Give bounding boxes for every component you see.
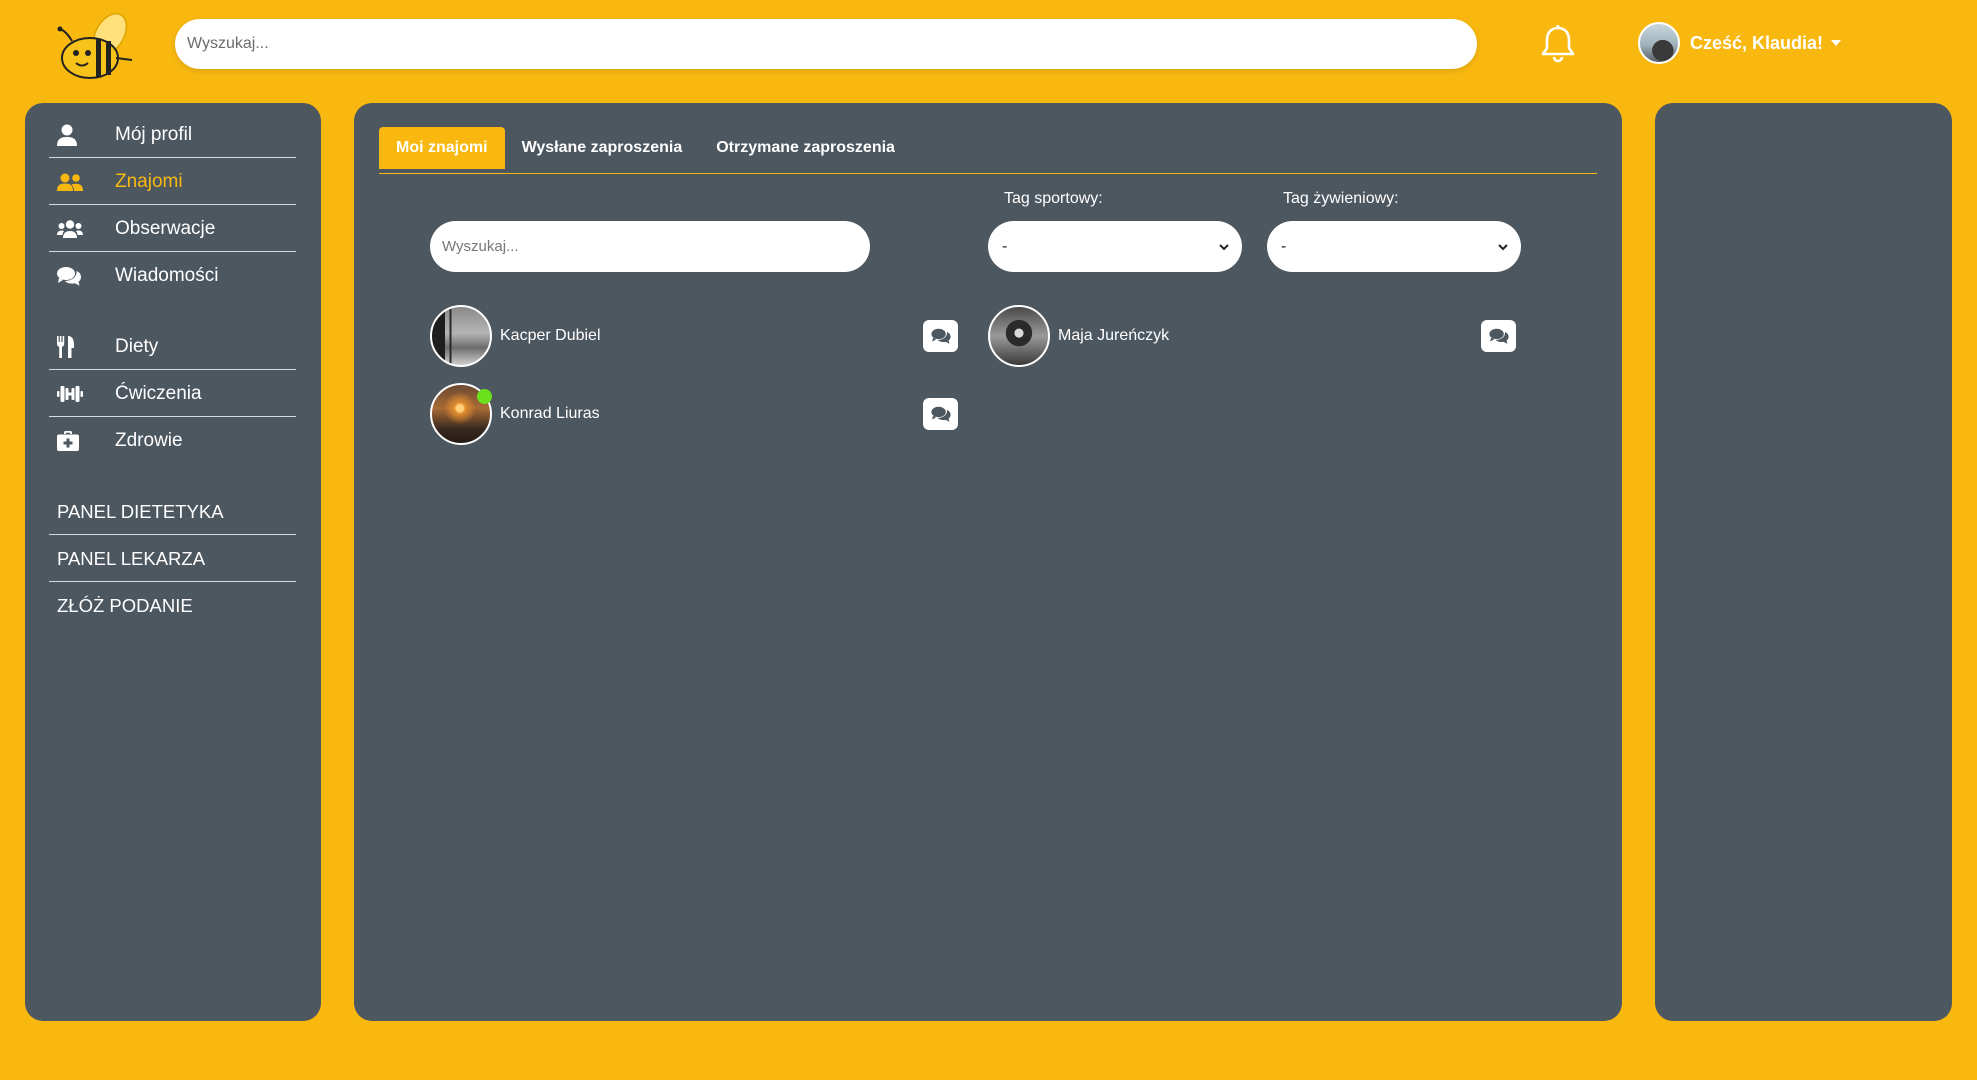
friend-name[interactable]: Maja Jureńczyk [1058, 327, 1169, 345]
diet-tag-select[interactable]: - [1267, 221, 1521, 272]
friends-tabs: Moi znajomi Wysłane zaproszenia Otrzyman… [379, 127, 1597, 174]
panel-link-label: PANEL LEKARZA [57, 547, 206, 569]
sport-tag-label: Tag sportowy: [1004, 190, 1103, 207]
dumbbell-icon [49, 385, 115, 403]
sidebar-item-label: Wiadomości [115, 265, 219, 286]
message-button[interactable] [923, 398, 958, 430]
sidebar-item-health[interactable]: Zdrowie [49, 418, 296, 464]
top-search-input[interactable] [175, 19, 1477, 69]
utensils-icon [49, 335, 115, 358]
sidebar-item-label: Obserwacje [115, 217, 216, 239]
sidebar-item-observations[interactable]: Obserwacje [49, 206, 296, 252]
panel-link-label: PANEL DIETETYKA [57, 500, 224, 522]
diet-tag-label: Tag żywieniowy: [1283, 190, 1399, 207]
diet-tag-value: - [1281, 237, 1287, 255]
panel-link-label: ZŁÓŻ PODANIE [57, 595, 193, 616]
sidebar-item-messages[interactable]: Wiadomości [49, 253, 296, 299]
tab-my-friends[interactable]: Moi znajomi [379, 127, 505, 169]
bell-icon[interactable] [1540, 24, 1576, 64]
tab-received-invitations[interactable]: Otrzymane zaproszenia [699, 127, 912, 169]
avatar [1638, 22, 1680, 64]
avatar[interactable] [430, 383, 492, 445]
sidebar-item-diets[interactable]: Diety [49, 324, 296, 370]
right-panel [1655, 103, 1952, 1021]
sidebar: Mój profil Znajomi Obserwacje Wiadomości… [25, 103, 321, 1021]
sport-tag-select[interactable]: - [988, 221, 1242, 272]
friend-name[interactable]: Konrad Liuras [500, 405, 600, 423]
friends-search-input[interactable] [430, 221, 870, 272]
user-icon [49, 124, 115, 146]
friend-name[interactable]: Kacper Dubiel [500, 327, 601, 345]
bee-logo-icon[interactable] [52, 6, 138, 82]
message-button[interactable] [923, 320, 958, 352]
sidebar-item-label: Ćwiczenia [115, 382, 202, 404]
chevron-down-icon [1498, 243, 1508, 250]
sport-tag-value: - [1002, 237, 1008, 255]
sidebar-item-label: Znajomi [115, 170, 183, 192]
panel-dietitian-link[interactable]: PANEL DIETETYKA [49, 489, 296, 535]
panel-doctor-link[interactable]: PANEL LEKARZA [49, 536, 296, 582]
chevron-down-icon [1219, 243, 1229, 250]
sidebar-item-label: Mój profil [115, 123, 193, 145]
avatar[interactable] [988, 305, 1050, 367]
online-indicator [477, 389, 492, 404]
users-icon [49, 219, 115, 238]
sidebar-item-label: Diety [115, 335, 159, 357]
avatar[interactable] [430, 305, 492, 367]
comments-icon [1488, 328, 1509, 344]
friend-item: Kacper Dubiel [430, 305, 601, 367]
main-panel: Moi znajomi Wysłane zaproszenia Otrzyman… [354, 103, 1622, 1021]
friend-item: Maja Jureńczyk [988, 305, 1169, 367]
user-menu[interactable]: Cześć, Klaudia! [1638, 22, 1842, 64]
tab-sent-invitations[interactable]: Wysłane zaproszenia [505, 127, 700, 169]
comments-icon [49, 266, 115, 286]
friend-item: Konrad Liuras [430, 383, 600, 445]
user-greeting: Cześć, Klaudia! [1690, 32, 1824, 53]
sidebar-item-friends[interactable]: Znajomi [49, 159, 296, 205]
sidebar-item-my-profile[interactable]: Mój profil [49, 112, 296, 158]
caret-down-icon [1831, 40, 1842, 46]
submit-application-link[interactable]: ZŁÓŻ PODANIE [49, 583, 296, 629]
message-button[interactable] [1481, 320, 1516, 352]
sidebar-item-label: Zdrowie [115, 430, 183, 451]
medkit-icon [49, 431, 115, 451]
sidebar-item-exercises[interactable]: Ćwiczenia [49, 371, 296, 417]
user-friends-icon [49, 173, 115, 191]
comments-icon [930, 406, 951, 422]
comments-icon [930, 328, 951, 344]
